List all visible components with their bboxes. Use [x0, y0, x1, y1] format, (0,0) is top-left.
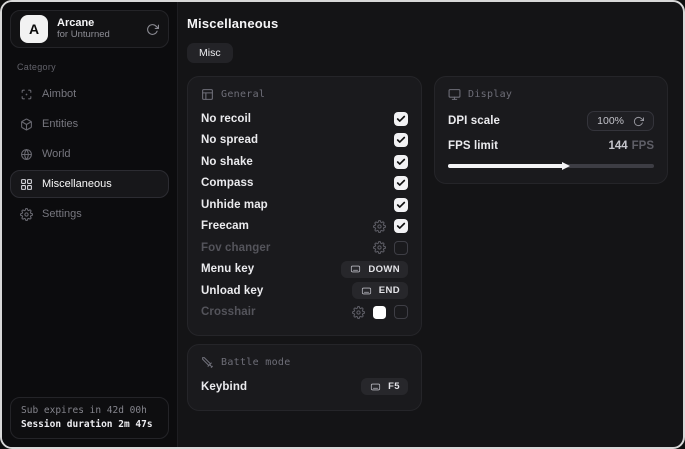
sword-icon	[201, 356, 214, 369]
settings-gear-icon[interactable]	[373, 220, 386, 233]
sidebar-item-label: Aimbot	[42, 88, 76, 100]
grid-icon	[20, 178, 33, 191]
keybind-button-menu-key[interactable]: DOWN	[341, 261, 408, 278]
setting-row-menu-key: Menu key DOWN	[201, 259, 408, 281]
setting-row-no-shake: No shake	[201, 151, 408, 173]
dpi-scale-value: 100%	[597, 115, 624, 127]
fps-limit-slider[interactable]	[448, 161, 654, 171]
category-label: Category	[17, 62, 162, 72]
sidebar-item-world[interactable]: World	[10, 140, 169, 168]
checkbox-crosshair[interactable]	[394, 305, 408, 319]
checkbox-fov-changer[interactable]	[394, 241, 408, 255]
keyboard-icon	[369, 382, 382, 392]
checkbox-no-spread[interactable]	[394, 133, 408, 147]
panel-title: Battle mode	[221, 357, 291, 368]
setting-row-crosshair: Crosshair	[201, 302, 408, 324]
setting-row-unload-key: Unload key END	[201, 280, 408, 302]
dpi-scale-control[interactable]: 100%	[587, 111, 654, 131]
setting-row-fps-limit: FPS limit 144FPS	[448, 135, 654, 157]
panel-general: General No recoil No spread No shake	[187, 76, 422, 336]
sidebar-item-label: World	[42, 148, 71, 160]
setting-row-no-recoil: No recoil	[201, 108, 408, 130]
layout-grid-icon	[201, 88, 214, 101]
setting-row-dpi-scale: DPI scale 100%	[448, 108, 654, 134]
tab-misc[interactable]: Misc	[187, 43, 233, 63]
sub-expires-text: Sub expires in 42d 00h	[21, 405, 158, 416]
fps-limit-value: 144FPS	[608, 140, 654, 152]
sidebar: A Arcane for Unturned Category Aimbot En…	[2, 2, 178, 447]
panel-battle-mode: Battle mode Keybind F5	[187, 344, 422, 411]
sidebar-item-entities[interactable]: Entities	[10, 110, 169, 138]
sidebar-item-miscellaneous[interactable]: Miscellaneous	[10, 170, 169, 198]
sidebar-item-settings[interactable]: Settings	[10, 200, 169, 228]
app-title: Arcane	[57, 17, 137, 30]
sidebar-item-label: Settings	[42, 208, 82, 220]
check-icon	[396, 178, 406, 188]
slider-thumb[interactable]	[562, 162, 570, 170]
color-swatch[interactable]	[373, 306, 386, 319]
crosshair-icon	[20, 88, 33, 101]
keybind-button-battle-mode[interactable]: F5	[361, 378, 408, 395]
panel-display: Display DPI scale 100% FPS limit 144FPS	[434, 76, 668, 184]
settings-gear-icon[interactable]	[352, 306, 365, 319]
slider-fill	[448, 164, 563, 168]
main-content: Miscellaneous Misc General No recoil	[178, 2, 683, 447]
panel-title: General	[221, 89, 265, 100]
checkbox-no-shake[interactable]	[394, 155, 408, 169]
check-icon	[396, 221, 406, 231]
avatar: A	[20, 15, 48, 43]
checkbox-no-recoil[interactable]	[394, 112, 408, 126]
app-subtitle: for Unturned	[57, 30, 137, 41]
sidebar-item-label: Entities	[42, 118, 78, 130]
globe-icon	[20, 148, 33, 161]
setting-row-compass: Compass	[201, 173, 408, 195]
subscription-card: Sub expires in 42d 00h Session duration …	[10, 397, 169, 439]
keyboard-icon	[360, 286, 373, 296]
checkbox-freecam[interactable]	[394, 219, 408, 233]
brand-card: A Arcane for Unturned	[10, 10, 169, 48]
page-title: Miscellaneous	[187, 16, 668, 31]
tab-bar: Misc	[187, 43, 668, 63]
setting-row-no-spread: No spread	[201, 130, 408, 152]
sidebar-item-label: Miscellaneous	[42, 178, 112, 190]
check-icon	[396, 114, 406, 124]
keybind-button-unload-key[interactable]: END	[352, 282, 408, 299]
setting-row-keybind: Keybind F5	[201, 376, 408, 398]
session-duration-text: Session duration 2m 47s	[21, 419, 158, 430]
check-icon	[396, 200, 406, 210]
sidebar-item-aimbot[interactable]: Aimbot	[10, 80, 169, 108]
setting-row-unhide-map: Unhide map	[201, 194, 408, 216]
settings-gear-icon[interactable]	[373, 241, 386, 254]
check-icon	[396, 135, 406, 145]
panel-title: Display	[468, 89, 512, 100]
refresh-icon[interactable]	[146, 23, 159, 36]
check-icon	[396, 157, 406, 167]
setting-row-freecam: Freecam	[201, 216, 408, 238]
checkbox-unhide-map[interactable]	[394, 198, 408, 212]
app-window: A Arcane for Unturned Category Aimbot En…	[0, 0, 685, 449]
checkbox-compass[interactable]	[394, 176, 408, 190]
cube-icon	[20, 118, 33, 131]
setting-row-fov-changer: Fov changer	[201, 237, 408, 259]
sidebar-nav: Aimbot Entities World Miscellaneous Sett…	[10, 80, 169, 228]
gear-icon	[20, 208, 33, 221]
monitor-icon	[448, 88, 461, 101]
keyboard-icon	[349, 264, 362, 274]
refresh-icon[interactable]	[633, 116, 644, 127]
